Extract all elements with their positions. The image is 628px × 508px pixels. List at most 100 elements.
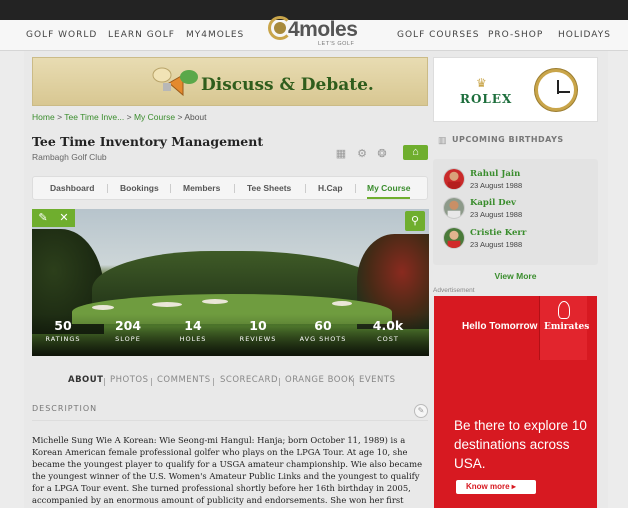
divider — [32, 420, 428, 421]
description-text: Michelle Sung Wie A Korean: Wie Seong-mi… — [32, 435, 423, 508]
subtab-divider — [213, 378, 214, 386]
stat-value: 204 — [114, 318, 142, 333]
breadcrumb-my-course[interactable]: My Course — [134, 112, 175, 122]
breadcrumb-sep: > — [126, 112, 132, 122]
subtab-scorecard[interactable]: SCORECARD — [220, 375, 278, 385]
nav-my4moles[interactable]: MY4MOLES — [186, 20, 244, 51]
breadcrumb-current: About — [184, 112, 207, 122]
home-icon: ⌂ — [412, 146, 419, 158]
chevron-right-icon: ▸ — [511, 482, 516, 491]
pencil-icon: ✎ — [417, 406, 425, 415]
edit-pencil-icon[interactable]: ✎ — [33, 211, 53, 225]
watch-hand — [558, 91, 570, 93]
ad-brand-block: Emirates — [539, 296, 590, 360]
stat-avg-shots: 60 AVG SHOTS — [293, 318, 353, 343]
nav-golf-world[interactable]: GOLF WORLD — [26, 20, 97, 51]
nav-golf-courses[interactable]: GOLF COURSES — [397, 20, 479, 51]
home-button[interactable]: ⌂ — [403, 145, 428, 160]
calendar-icon[interactable]: ▦ — [335, 148, 347, 160]
person-name[interactable]: Cristie Kerr — [470, 228, 526, 238]
stat-value: 14 — [184, 318, 202, 333]
gear-icon[interactable]: ⚙ — [356, 148, 368, 160]
nav-holidays[interactable]: HOLIDAYS — [558, 20, 611, 51]
detail-tabs: ABOUT PHOTOS COMMENTS SCORECARD ORANGE B… — [32, 372, 428, 390]
stat-value: 10 — [249, 318, 267, 333]
birthday-person[interactable]: Kapil Dev 23 August 1988 — [443, 197, 593, 225]
nav-pro-shop[interactable]: PRO-SHOP — [488, 20, 543, 51]
breadcrumb: Home > Tee Time Inve... > My Course > Ab… — [32, 112, 207, 122]
person-name[interactable]: Kapil Dev — [470, 198, 516, 208]
rolex-ad[interactable]: ♛ ROLEX — [433, 57, 598, 122]
bunker — [332, 301, 352, 306]
stat-label: RATINGS — [45, 335, 81, 343]
nav-learn-golf[interactable]: LEARN GOLF — [108, 20, 175, 51]
advertisement-label: Advertisement — [433, 287, 475, 294]
map-pin-icon: ⚲ — [410, 215, 420, 227]
avatar — [443, 197, 465, 219]
discuss-banner[interactable]: Discuss & Debate. — [32, 57, 428, 106]
stat-reviews: 10 REVIEWS — [228, 318, 288, 343]
tab-divider — [234, 184, 235, 193]
know-more-label: Know more — [466, 482, 510, 491]
site-logo[interactable]: 4moles LET'S GOLF — [268, 14, 364, 48]
rolex-logo-text: ROLEX — [460, 92, 513, 106]
tab-dashboard[interactable]: Dashboard — [50, 177, 94, 199]
person-birthday: 23 August 1988 — [470, 240, 523, 249]
subtab-photos[interactable]: PHOTOS — [110, 375, 149, 385]
subtab-divider — [353, 378, 354, 386]
golf-ball-inner — [274, 22, 286, 34]
stat-holes: 14 HOLES — [163, 318, 223, 343]
logo-tagline: LET'S GOLF — [318, 41, 355, 47]
birthday-person[interactable]: Rahul Jain 23 August 1988 — [443, 168, 593, 196]
birthdays-heading: UPCOMING BIRTHDAYS — [452, 135, 564, 144]
view-more-link[interactable]: View More — [433, 271, 598, 281]
person-birthday: 23 August 1988 — [470, 210, 523, 219]
subtab-events[interactable]: EVENTS — [359, 375, 396, 385]
breadcrumb-tee-time[interactable]: Tee Time Inve... — [64, 112, 124, 122]
ad-body: Be there to explore 10 destinations acro… — [454, 418, 587, 471]
stat-cost: 4.0k COST — [358, 318, 418, 343]
description-heading: DESCRIPTION — [32, 404, 98, 413]
tab-divider — [305, 184, 306, 193]
tab-divider — [170, 184, 171, 193]
chat-icon[interactable]: ❂ — [376, 148, 388, 160]
map-pin-button[interactable]: ⚲ — [405, 211, 425, 231]
logo-text: 4moles — [288, 18, 358, 41]
tab-divider — [355, 184, 356, 193]
ad-tagline: Hello Tomorrow — [462, 321, 538, 332]
stat-value: 50 — [54, 318, 72, 333]
photo-edit-controls: ✎ ✕ — [32, 209, 75, 227]
breadcrumb-home[interactable]: Home — [32, 112, 55, 122]
club-name: Rambagh Golf Club — [32, 152, 107, 162]
stat-label: REVIEWS — [239, 335, 277, 343]
close-icon[interactable]: ✕ — [54, 211, 74, 225]
tab-hcap[interactable]: H.Cap — [318, 177, 343, 199]
avatar — [443, 168, 465, 190]
edit-description-button[interactable]: ✎ — [414, 404, 428, 418]
tab-members[interactable]: Members — [183, 177, 220, 199]
stat-slope: 204 SLOPE — [98, 318, 158, 343]
bunker — [92, 305, 114, 310]
person-name[interactable]: Rahul Jain — [470, 169, 520, 179]
subtab-divider — [151, 378, 152, 386]
watch-image — [535, 69, 577, 111]
crown-icon: ♛ — [476, 76, 487, 90]
stat-label: SLOPE — [115, 335, 141, 343]
bunker — [202, 299, 228, 304]
tab-bookings[interactable]: Bookings — [120, 177, 159, 199]
subtab-divider — [279, 378, 280, 386]
subtab-about[interactable]: ABOUT — [68, 375, 103, 385]
megaphone-icon — [152, 67, 198, 97]
banner-text: Discuss & Debate. — [201, 75, 374, 95]
birthday-person[interactable]: Cristie Kerr 23 August 1988 — [443, 227, 593, 255]
emirates-ad[interactable]: Hello Tomorrow Emirates Be there to expl… — [434, 296, 597, 508]
subtab-orange-book[interactable]: ORANGE BOOK — [285, 375, 354, 385]
birthday-cake-icon: ▥ — [438, 135, 447, 145]
subtab-divider — [104, 378, 105, 386]
tab-tee-sheets[interactable]: Tee Sheets — [247, 177, 291, 199]
tab-my-course[interactable]: My Course — [367, 177, 411, 199]
subtab-comments[interactable]: COMMENTS — [157, 375, 211, 385]
ad-brand-name: Emirates — [544, 322, 590, 332]
stat-ratings: 50 RATINGS — [33, 318, 93, 343]
know-more-button[interactable]: Know more ▸ — [456, 480, 536, 494]
